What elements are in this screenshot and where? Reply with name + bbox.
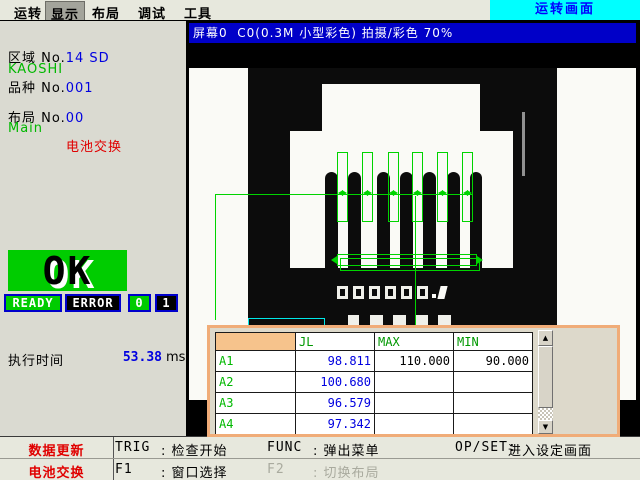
f2-key-label: F2 bbox=[267, 462, 285, 477]
exec-time-value: 53.38 bbox=[104, 350, 162, 365]
table-row: A396.579 bbox=[216, 393, 533, 414]
mold-mark bbox=[337, 286, 348, 299]
table-cell-min bbox=[454, 435, 533, 438]
trig-key-action: : 检查开始 bbox=[161, 440, 228, 459]
opset-key-action: 进入设定画面 bbox=[508, 440, 592, 459]
func-key-action: : 弹出菜单 bbox=[313, 440, 380, 459]
results-table-body: A198.811110.00090.000A2100.680A396.579A4… bbox=[216, 351, 533, 438]
battery-warning: 电池交换 bbox=[66, 136, 122, 155]
menu-bar: 运转 显示 布局 调试 工具 运转画面 bbox=[0, 0, 640, 20]
header-corner-cell bbox=[216, 333, 296, 351]
camera-panel: 屏幕0 C0(0.3M 小型彩色) 拍摄/彩色 70% bbox=[186, 20, 640, 437]
func-key-label: FUNC bbox=[267, 440, 302, 455]
table-cell-max bbox=[375, 435, 454, 438]
table-cell-label: A4 bbox=[216, 414, 296, 435]
caliper-arrow bbox=[331, 256, 337, 264]
table-cell-min bbox=[454, 414, 533, 435]
mold-mark bbox=[401, 286, 412, 299]
measure-window bbox=[437, 152, 448, 222]
mold-mark bbox=[369, 286, 380, 299]
measure-window-horizontal bbox=[340, 258, 480, 271]
results-popup: JL MAX MIN A198.811110.00090.000A2100.68… bbox=[207, 325, 620, 437]
table-cell-max: 110.000 bbox=[375, 351, 454, 372]
battery-change-indicator: 电池交换 bbox=[0, 462, 113, 481]
screen-mode-label: 运转画面 bbox=[490, 0, 640, 20]
mold-mark bbox=[432, 294, 436, 298]
table-row: A497.342 bbox=[216, 414, 533, 435]
table-cell-min bbox=[454, 372, 533, 393]
trig-key-label: TRIG bbox=[115, 440, 150, 455]
mold-mark bbox=[385, 286, 396, 299]
measure-window bbox=[388, 152, 399, 222]
bit0-indicator: 0 bbox=[128, 294, 151, 312]
measure-window bbox=[337, 152, 348, 222]
table-cell-jl: 100.680 bbox=[296, 372, 375, 393]
header-jl: JL bbox=[296, 333, 375, 351]
layout-value: 00 bbox=[66, 111, 85, 126]
table-cell-max bbox=[375, 372, 454, 393]
scrollbar-thumb[interactable] bbox=[538, 346, 553, 408]
header-min: MIN bbox=[454, 333, 533, 351]
table-row: A598.552 bbox=[216, 435, 533, 438]
table-cell-jl: 98.811 bbox=[296, 351, 375, 372]
table-cell-min: 90.000 bbox=[454, 351, 533, 372]
status-panel: 区域 No.14 SD KAOSHI 品种 No.001 布局 No.00 Ma… bbox=[0, 21, 186, 437]
exec-time-label: 执行时间 bbox=[8, 350, 64, 369]
table-cell-jl: 97.342 bbox=[296, 414, 375, 435]
mold-mark bbox=[417, 286, 428, 299]
f1-key-action: : 窗口选择 bbox=[161, 462, 228, 481]
table-cell-label: A1 bbox=[216, 351, 296, 372]
f2-key-action: : 切换布局 bbox=[313, 462, 380, 481]
scroll-down-button[interactable]: ▼ bbox=[538, 420, 553, 434]
table-cell-label: A3 bbox=[216, 393, 296, 414]
table-cell-jl: 96.579 bbox=[296, 393, 375, 414]
function-key-bar: 数据更新 TRIG : 检查开始 FUNC : 弹出菜单 OP/SET: 进入设… bbox=[0, 437, 640, 480]
bit1-indicator: 1 bbox=[155, 294, 178, 312]
product-row: 品种 No.001 bbox=[8, 77, 94, 96]
table-row: A198.811110.00090.000 bbox=[216, 351, 533, 372]
table-cell-max bbox=[375, 393, 454, 414]
measure-window bbox=[412, 152, 423, 222]
product-value: 001 bbox=[66, 81, 94, 96]
camera-title-bar: 屏幕0 C0(0.3M 小型彩色) 拍摄/彩色 70% bbox=[189, 23, 636, 43]
scrollbar-track[interactable] bbox=[538, 408, 553, 420]
table-cell-label: A5 bbox=[216, 435, 296, 438]
table-header-row: JL MAX MIN bbox=[216, 333, 533, 351]
results-scrollbar[interactable]: ▲ ▼ bbox=[538, 330, 553, 434]
table-cell-max bbox=[375, 414, 454, 435]
judge-result-box: OK bbox=[8, 250, 127, 291]
connector-top-notch bbox=[322, 84, 480, 131]
ready-badge: READY bbox=[4, 294, 62, 312]
data-update-indicator: 数据更新 bbox=[0, 440, 113, 459]
judge-result-text: OK bbox=[43, 252, 93, 290]
measure-window bbox=[462, 152, 473, 222]
header-max: MAX bbox=[375, 333, 454, 351]
measure-leader-line bbox=[215, 194, 216, 320]
table-cell-jl: 98.552 bbox=[296, 435, 375, 438]
reflection bbox=[522, 112, 525, 176]
scroll-up-button[interactable]: ▲ bbox=[538, 330, 553, 346]
error-badge: ERROR bbox=[65, 294, 121, 312]
region-name: KAOSHI bbox=[8, 62, 63, 77]
results-table: JL MAX MIN A198.811110.00090.000A2100.68… bbox=[215, 332, 533, 437]
measure-window bbox=[362, 152, 373, 222]
mold-mark bbox=[353, 286, 364, 299]
table-row: A2100.680 bbox=[216, 372, 533, 393]
f1-key-label: F1 bbox=[115, 462, 133, 477]
table-cell-min bbox=[454, 393, 533, 414]
exec-time-unit: ms bbox=[166, 350, 185, 365]
caliper-arrow bbox=[477, 256, 483, 264]
table-cell-label: A2 bbox=[216, 372, 296, 393]
vision-system-screen: 运转 显示 布局 调试 工具 运转画面 区域 No.14 SD KAOSHI 品… bbox=[0, 0, 640, 480]
region-value: 14 SD bbox=[66, 51, 110, 66]
layout-name: Main bbox=[8, 121, 43, 136]
